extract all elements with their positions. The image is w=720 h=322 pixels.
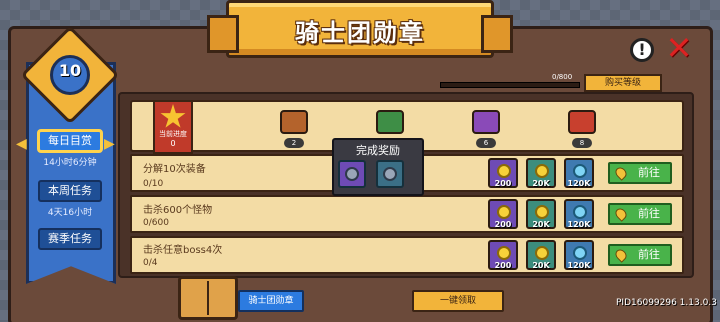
book-icon[interactable] — [178, 276, 238, 320]
reward-amount: 20K — [532, 261, 550, 270]
reward-item[interactable]: 120K — [564, 240, 594, 270]
level-progress-text: 0/800 — [552, 73, 573, 81]
milestone-label: 8 — [572, 138, 592, 148]
coin-icon — [535, 164, 549, 178]
exp-icon — [573, 246, 587, 260]
reward-amount: 200 — [494, 179, 512, 188]
milestone-label: 2 — [284, 138, 304, 148]
task-progress: 0/4 — [143, 258, 158, 268]
task-row — [130, 195, 684, 233]
player-id: PID16099296 1.13.0.3 — [616, 298, 717, 308]
coin-icon — [497, 205, 511, 219]
title-banner: 骑士团勋章 — [207, 0, 513, 58]
task-progress: 0/600 — [143, 218, 169, 228]
popup-reward-item[interactable] — [376, 160, 404, 188]
next-arrow-icon[interactable]: ▶ — [104, 136, 115, 152]
location-pin-icon — [613, 206, 629, 222]
go-button-label: 前往 — [638, 207, 660, 220]
reward-item[interactable]: 200 — [488, 199, 518, 229]
tab-season[interactable]: 赛季任务 — [38, 228, 102, 250]
coin-icon — [535, 246, 549, 260]
reward-item[interactable]: 20K — [526, 240, 556, 270]
go-button[interactable]: 前往 — [608, 162, 672, 184]
buy-level-button[interactable]: 购买等级 — [584, 74, 662, 92]
tab-daily[interactable]: 每日目赏 — [38, 130, 102, 152]
tab-daily-timer: 14小时6分钟 — [43, 158, 97, 168]
reward-amount: 120K — [567, 261, 591, 270]
medal-value: 0 — [170, 139, 176, 148]
popup-title: 完成奖励 — [356, 144, 400, 157]
task-title: 击杀任意boss4次 — [143, 245, 223, 256]
milestone-chest-icon[interactable] — [280, 110, 308, 134]
level-progress-bar — [440, 82, 580, 88]
go-button[interactable]: 前往 — [608, 203, 672, 225]
popup-reward-item[interactable] — [338, 160, 366, 188]
milestone-label: 6 — [476, 138, 496, 148]
prev-arrow-icon[interactable]: ◀ — [16, 136, 27, 152]
reward-item[interactable]: 20K — [526, 158, 556, 188]
exp-icon — [573, 205, 587, 219]
medal-label: 当前进度 — [159, 130, 187, 138]
reward-amount: 120K — [567, 220, 591, 229]
location-pin-icon — [613, 165, 629, 181]
reward-amount: 20K — [532, 179, 550, 188]
tab-weekly-timer: 4天16小时 — [47, 208, 93, 218]
location-pin-icon — [613, 247, 629, 263]
coin-icon — [497, 164, 511, 178]
tab-weekly[interactable]: 本周任务 — [38, 180, 102, 202]
reward-item[interactable]: 200 — [488, 158, 518, 188]
exp-icon — [573, 164, 587, 178]
go-button-label: 前往 — [638, 248, 660, 261]
reward-item[interactable]: 20K — [526, 199, 556, 229]
page-title: 骑士团勋章 — [295, 19, 425, 47]
milestone-chest-icon[interactable] — [472, 110, 500, 134]
milestone-chest-icon[interactable] — [376, 110, 404, 134]
claim-all-button[interactable]: 一键领取 — [412, 290, 504, 312]
level-number: 10 — [58, 61, 82, 80]
knight-badge-button[interactable]: 骑士团勋章 — [238, 290, 304, 312]
close-icon[interactable]: ✕ — [664, 32, 694, 64]
gem-icon — [383, 167, 397, 181]
go-button-label: 前往 — [638, 166, 660, 179]
task-title: 分解10次装备 — [143, 164, 206, 175]
reward-amount: 20K — [532, 220, 550, 229]
task-title: 击杀600个怪物 — [143, 205, 213, 216]
coin-icon — [535, 205, 549, 219]
info-icon[interactable]: ! — [630, 38, 654, 62]
go-button[interactable]: 前往 — [608, 244, 672, 266]
gear-icon — [345, 167, 359, 181]
coin-icon — [497, 246, 511, 260]
reward-amount: 200 — [494, 220, 512, 229]
milestone-chest-icon[interactable] — [568, 110, 596, 134]
reward-item[interactable]: 200 — [488, 240, 518, 270]
reward-amount: 200 — [494, 261, 512, 270]
reward-item[interactable]: 120K — [564, 199, 594, 229]
reward-item[interactable]: 120K — [564, 158, 594, 188]
reward-amount: 120K — [567, 179, 591, 188]
task-progress: 0/10 — [143, 179, 164, 189]
